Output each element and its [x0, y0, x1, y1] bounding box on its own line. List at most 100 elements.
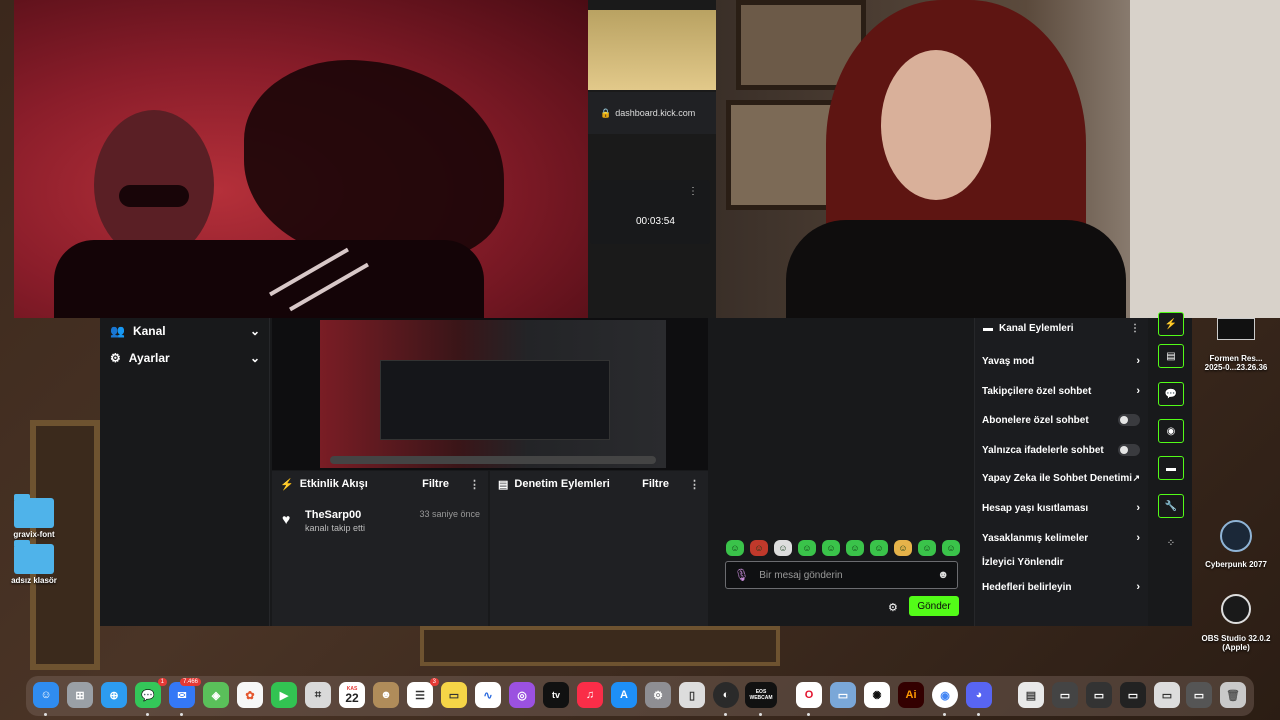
- desktop-file-screenshot[interactable]: Formen Res... 2025-0...23.26.36: [1194, 318, 1278, 372]
- wrench-icon[interactable]: 🔧: [1158, 494, 1184, 518]
- trash-icon[interactable]: 🗑: [1220, 682, 1246, 708]
- iphone-mirroring-icon[interactable]: ▯: [679, 682, 705, 708]
- emote-icon[interactable]: ☺: [846, 540, 864, 556]
- obs-dock-icon[interactable]: ◐: [713, 682, 739, 708]
- filter-button[interactable]: Filtre: [422, 478, 449, 490]
- illustrator-icon[interactable]: Ai: [898, 682, 924, 708]
- calendar-icon[interactable]: KAS 22: [339, 682, 365, 708]
- eos-webcam-icon[interactable]: EOS WEBCAM: [745, 682, 777, 708]
- desktop-app-cyberpunk[interactable]: Cyberpunk 2077: [1196, 520, 1276, 569]
- action-host-viewers[interactable]: İzleyici Yönlendir: [982, 553, 1142, 571]
- sidebar-item-label: Kanal: [132, 324, 166, 338]
- more-icon[interactable]: ⋮: [469, 478, 480, 491]
- messages-icon[interactable]: 💬 1: [135, 678, 167, 708]
- running-indicator: [724, 713, 727, 716]
- jacket: [54, 240, 484, 318]
- apple-tv-icon[interactable]: tv: [543, 682, 569, 708]
- emote-icon[interactable]: ☺: [894, 540, 912, 556]
- podcasts-icon[interactable]: ◎: [509, 682, 535, 708]
- stream-preview[interactable]: [272, 318, 708, 470]
- recent-file-icon[interactable]: ▤: [1018, 682, 1044, 708]
- recent-window-icon[interactable]: ▭: [1186, 682, 1212, 708]
- folder-icon: [14, 540, 54, 574]
- emoji-icon[interactable]: ☻: [937, 569, 949, 581]
- running-indicator: [977, 713, 980, 716]
- recent-window-icon[interactable]: ▭: [1052, 682, 1078, 708]
- emote-icon[interactable]: ☺: [822, 540, 840, 556]
- emote-icon[interactable]: ☺: [750, 540, 768, 556]
- emote-icon[interactable]: ☺: [774, 540, 792, 556]
- sidebar-item-kanal[interactable]: 👥 Kanal ⌄: [110, 320, 260, 342]
- send-button[interactable]: Gönder: [909, 596, 959, 616]
- recent-window-icon[interactable]: ▭: [1120, 682, 1146, 708]
- preview-nested-dashboard: [380, 360, 610, 440]
- maps-icon[interactable]: ◈: [203, 682, 229, 708]
- action-banned-words[interactable]: Yasaklanmış kelimeler ›: [982, 529, 1142, 547]
- toggle-switch[interactable]: [1118, 414, 1140, 426]
- steam-icon: [1220, 520, 1252, 552]
- external-link-icon: ↗: [1132, 472, 1140, 483]
- safari-icon[interactable]: ⊕: [101, 682, 127, 708]
- lightning-icon[interactable]: ⚡: [1158, 312, 1184, 336]
- emote-icon[interactable]: ☺: [918, 540, 936, 556]
- action-set-goals[interactable]: Hedefleri belirleyin ›: [982, 578, 1142, 596]
- launchpad-icon[interactable]: ⊞: [67, 682, 93, 708]
- chrome-icon[interactable]: ◉: [932, 682, 958, 708]
- action-ai-moderation[interactable]: Yapay Zeka ile Sohbet Denetimi ↗: [982, 469, 1142, 487]
- finder-icon[interactable]: ☺: [33, 682, 59, 708]
- desktop-icon-label: Formen Res...: [1209, 354, 1263, 363]
- action-followers-only[interactable]: Takipçilere özel sohbet ›: [982, 382, 1142, 400]
- more-icon[interactable]: ⋮: [1130, 323, 1140, 334]
- lightning-icon: ⚡: [280, 478, 294, 491]
- action-slow-mode[interactable]: Yavaş mod ›: [982, 352, 1142, 370]
- music-icon[interactable]: ♫: [577, 682, 603, 708]
- desktop-app-obs[interactable]: OBS Studio 32.0.2 (Apple): [1196, 594, 1276, 652]
- desktop-folder-adsiz-klasor[interactable]: adsız klasör: [4, 540, 64, 585]
- broadcast-icon[interactable]: ◉: [1158, 419, 1184, 443]
- action-subscribers-only: Abonelere özel sohbet: [982, 411, 1142, 429]
- lock-icon: 🔒: [600, 107, 612, 118]
- add-widget-icon[interactable]: ⁘: [1158, 531, 1184, 555]
- mail-icon[interactable]: ✉ 7.466: [169, 678, 201, 708]
- photos-icon[interactable]: ✿: [237, 682, 263, 708]
- chat-settings-icon[interactable]: ⚙: [888, 601, 898, 614]
- notes-icon[interactable]: ▭: [441, 682, 467, 708]
- screen-share-icon[interactable]: ▭: [830, 682, 856, 708]
- emote-icon[interactable]: ☺: [726, 540, 744, 556]
- recent-window-icon[interactable]: ▭: [1154, 682, 1180, 708]
- activity-feed-title: Etkinlik Akışı: [299, 478, 368, 490]
- chevron-right-icon: ›: [1136, 385, 1140, 397]
- obs-icon: [1221, 594, 1251, 624]
- channel-icon[interactable]: ▬: [1158, 456, 1184, 480]
- desktop-folder-gravix-font[interactable]: gravix-font: [6, 494, 62, 539]
- recent-window-icon[interactable]: ▭: [1086, 682, 1112, 708]
- chat-message-input[interactable]: 🎙 Bir mesaj gönderin ☻: [725, 561, 958, 589]
- screenshot-icon[interactable]: ⌗: [305, 682, 331, 708]
- emote-icon[interactable]: ☺: [798, 540, 816, 556]
- event-user[interactable]: TheSarp00: [305, 509, 361, 521]
- running-indicator: [807, 713, 810, 716]
- chevron-right-icon: ›: [1136, 502, 1140, 514]
- sidebar-item-ayarlar[interactable]: ⚙ Ayarlar ⌄: [110, 347, 260, 369]
- emote-icon[interactable]: ☺: [942, 540, 960, 556]
- toggle-switch[interactable]: [1118, 444, 1140, 456]
- emote-icon[interactable]: ☺: [870, 540, 888, 556]
- contacts-icon[interactable]: ☻: [373, 682, 399, 708]
- microphone-icon[interactable]: 🎙: [734, 568, 749, 582]
- more-icon[interactable]: ⋮: [689, 478, 700, 491]
- discord-icon[interactable]: ◕: [966, 682, 992, 708]
- app-store-icon[interactable]: A: [611, 682, 637, 708]
- file-thumbnail-icon: [1217, 318, 1255, 340]
- chatgpt-icon[interactable]: ✺: [864, 682, 890, 708]
- chat-bubble-icon[interactable]: 💬: [1158, 382, 1184, 406]
- facetime-icon[interactable]: ▶: [271, 682, 297, 708]
- event-text: kanalı takip etti: [305, 523, 366, 533]
- document-icon[interactable]: ▤: [1158, 344, 1184, 368]
- moderation-header: ▤ Denetim Eylemleri Filtre ⋮: [490, 471, 708, 497]
- freeform-icon[interactable]: ∿: [475, 682, 501, 708]
- filter-button[interactable]: Filtre: [642, 478, 669, 490]
- opera-icon[interactable]: O: [796, 682, 822, 708]
- reminders-icon[interactable]: ☰ 3: [407, 678, 439, 708]
- action-account-age[interactable]: Hesap yaşı kısıtlaması ›: [982, 499, 1142, 517]
- system-settings-icon[interactable]: ⚙: [645, 682, 671, 708]
